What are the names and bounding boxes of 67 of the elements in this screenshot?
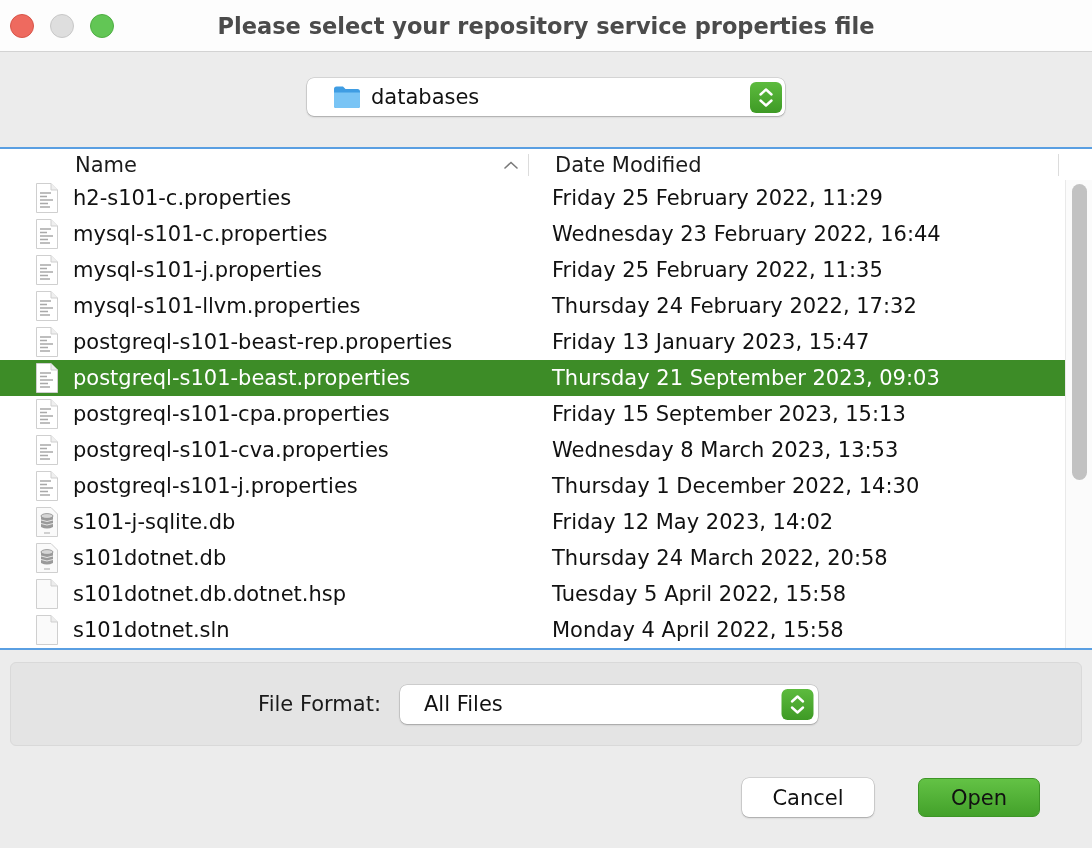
file-row[interactable]: s101dotnet.db Thursday 24 March 2022, 20:58 <box>0 540 1065 576</box>
stepper-icon <box>750 81 782 113</box>
file-row[interactable]: s101dotnet.db.dotnet.hsp Tuesday 5 April 2022, 15:58 <box>0 576 1065 612</box>
blank-file-icon <box>35 579 59 609</box>
file-row[interactable]: mysql-s101-c.properties Wednesday 23 February 2022, 16:44 <box>0 216 1065 252</box>
file-format-dropdown[interactable]: All Files <box>400 684 818 724</box>
open-button[interactable]: Open <box>918 778 1040 817</box>
file-row[interactable]: postgreql-s101-cva.properties Wednesday 8 March 2023, 13:53 <box>0 432 1065 468</box>
date-modified: Friday 25 February 2022, 11:29 <box>552 186 883 210</box>
file-row[interactable]: postgreql-s101-beast.properties Thursday 21 September 2023, 09:03 <box>0 360 1065 396</box>
zoom-button[interactable] <box>90 13 114 38</box>
file-row[interactable]: mysql-s101-llvm.properties Thursday 24 February 2022, 17:32 <box>0 288 1065 324</box>
document-icon <box>35 399 59 429</box>
date-modified: Friday 25 February 2022, 11:35 <box>552 258 883 282</box>
date-modified: Tuesday 5 April 2022, 15:58 <box>552 582 847 606</box>
file-format-label: File Format: <box>258 692 381 716</box>
file-row[interactable]: s101-j-sqlite.db Friday 12 May 2023, 14:02 <box>0 504 1065 540</box>
file-name: h2-s101-c.properties <box>73 186 292 210</box>
folder-icon <box>333 85 361 109</box>
date-modified: Friday 15 September 2023, 15:13 <box>552 402 906 426</box>
date-modified: Thursday 24 February 2022, 17:32 <box>552 294 917 318</box>
file-row[interactable]: postgreql-s101-cpa.properties Friday 15 September 2023, 15:13 <box>0 396 1065 432</box>
date-modified: Wednesday 23 February 2022, 16:44 <box>552 222 941 246</box>
date-modified: Friday 13 January 2023, 15:47 <box>552 330 870 354</box>
file-row[interactable]: mysql-s101-j.properties Friday 25 February 2022, 11:35 <box>0 252 1065 288</box>
column-header[interactable]: Date Modified <box>529 153 1059 176</box>
date-modified: Friday 12 May 2023, 14:02 <box>552 510 834 534</box>
date-modified: Thursday 24 March 2022, 20:58 <box>552 546 888 570</box>
file-name: postgreql-s101-beast.properties <box>73 366 411 390</box>
scrollbar-thumb[interactable] <box>1071 184 1087 480</box>
close-button[interactable] <box>10 13 34 38</box>
document-icon <box>35 291 59 321</box>
column-header[interactable]: Name <box>0 153 529 176</box>
document-icon <box>35 183 59 213</box>
file-name: mysql-s101-llvm.properties <box>73 294 361 318</box>
file-name: mysql-s101-j.properties <box>73 258 322 282</box>
document-icon <box>35 327 59 357</box>
file-name: postgreql-s101-cpa.properties <box>73 402 390 426</box>
file-name: postgreql-s101-beast-rep.properties <box>73 330 453 354</box>
database-icon <box>35 543 59 573</box>
file-row[interactable]: postgreql-s101-beast-rep.properties Friday 13 January 2023, 15:47 <box>0 324 1065 360</box>
blank-file-icon <box>35 615 59 645</box>
cancel-button[interactable]: Cancel <box>742 778 874 817</box>
scrollbar[interactable] <box>1065 180 1092 648</box>
file-name: s101dotnet.db.dotnet.hsp <box>73 582 347 606</box>
file-row[interactable]: s101dotnet.sln Monday 4 April 2022, 15:58 <box>0 612 1065 648</box>
document-icon <box>35 471 59 501</box>
database-icon <box>35 507 59 537</box>
file-name: mysql-s101-c.properties <box>73 222 328 246</box>
file-name: postgreql-s101-cva.properties <box>73 438 389 462</box>
document-icon <box>35 435 59 465</box>
stepper-icon <box>781 688 814 720</box>
file-row[interactable]: h2-s101-c.properties Friday 25 February 2022, 11:29 <box>0 180 1065 216</box>
date-modified: Monday 4 April 2022, 15:58 <box>552 618 844 642</box>
document-icon <box>35 219 59 249</box>
date-modified: Wednesday 8 March 2023, 13:53 <box>552 438 899 462</box>
date-modified: Thursday 1 December 2022, 14:30 <box>552 474 920 498</box>
document-icon <box>35 255 59 285</box>
window-title: Please select your repository service properties file <box>217 12 875 39</box>
file-row[interactable]: postgreql-s101-j.properties Thursday 1 December 2022, 14:30 <box>0 468 1065 504</box>
document-icon <box>35 363 59 393</box>
file-name: postgreql-s101-j.properties <box>73 474 358 498</box>
file-name: s101-j-sqlite.db <box>73 510 236 534</box>
file-name: s101dotnet.sln <box>73 618 230 642</box>
file-name: s101dotnet.db <box>73 546 227 570</box>
date-modified: Thursday 21 September 2023, 09:03 <box>552 366 940 390</box>
folder-dropdown[interactable]: databases <box>307 78 785 116</box>
